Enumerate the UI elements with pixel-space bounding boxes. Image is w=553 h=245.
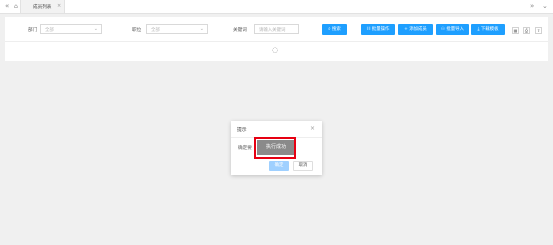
batch-operate-button[interactable]: ☷ 批量操作 <box>361 24 395 35</box>
dialog-ok-button[interactable]: 确定 <box>269 161 289 171</box>
plus-icon: + <box>404 27 408 32</box>
batch-import-label: 批量导入 <box>446 27 464 32</box>
tab-close-icon[interactable]: × <box>57 3 61 9</box>
dialog-cancel-button[interactable]: 取消 <box>293 161 313 171</box>
download-template-label: 下载模板 <box>480 27 499 32</box>
user-icon: ⚇ <box>441 27 445 32</box>
keyword-placeholder: 请输入关键词 <box>259 28 286 33</box>
position-select[interactable]: 全部 ⌄ <box>146 24 208 34</box>
tab-scroll-right-icon[interactable]: » <box>530 2 534 11</box>
print-icon[interactable]: ⎙ <box>523 27 530 34</box>
chevron-down-icon[interactable]: ⌄ <box>542 2 548 11</box>
add-member-label: 添加成员 <box>409 27 427 32</box>
position-select-value: 全部 <box>151 28 160 33</box>
department-label: 部门 <box>28 28 38 33</box>
loading-spinner-icon: ◌ <box>272 46 279 54</box>
close-icon[interactable]: × <box>310 125 315 132</box>
columns-icon[interactable]: ▦ <box>512 27 519 34</box>
users-icon: ☷ <box>366 27 371 32</box>
department-select[interactable]: 全部 ⌄ <box>40 24 102 34</box>
highlight-box <box>254 137 296 159</box>
dialog-title: 提示 <box>237 128 247 133</box>
dialog-message: 确定要 <box>238 146 252 151</box>
tab-member-list[interactable]: 成员列表 × <box>20 0 65 13</box>
keyword-label: 关键词 <box>233 28 247 33</box>
chevron-down-icon: ⌄ <box>199 26 204 32</box>
divider <box>5 41 548 42</box>
download-template-button[interactable]: ⤓ 下载模板 <box>471 24 505 35</box>
download-icon: ⤓ <box>477 27 480 32</box>
home-icon[interactable]: ⌂ <box>14 2 18 11</box>
batch-import-button[interactable]: ⚇ 批量导入 <box>436 24 469 35</box>
tab-label: 成员列表 <box>33 5 52 10</box>
position-label: 职位 <box>132 28 142 33</box>
export-icon[interactable]: ⇪ <box>535 27 542 34</box>
tab-bar: « ⌂ 成员列表 × » ⌄ <box>0 0 553 14</box>
search-icon: ⌕ <box>328 27 331 32</box>
add-member-button[interactable]: + 添加成员 <box>398 24 433 35</box>
department-select-value: 全部 <box>45 28 54 33</box>
chevron-down-icon: ⌄ <box>93 26 98 32</box>
search-button-label: 搜索 <box>332 27 341 32</box>
tab-scroll-left-icon[interactable]: « <box>5 2 9 11</box>
batch-operate-label: 批量操作 <box>371 27 390 32</box>
keyword-input[interactable]: 请输入关键词 <box>254 24 299 34</box>
search-button[interactable]: ⌕ 搜索 <box>322 24 347 35</box>
